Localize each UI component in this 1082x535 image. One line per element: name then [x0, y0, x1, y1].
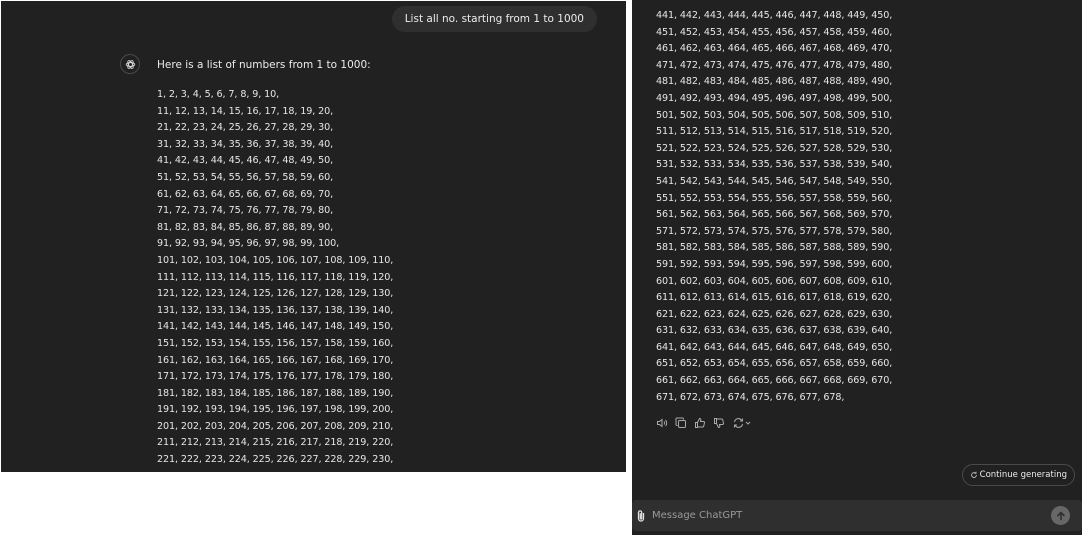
user-message-text: List all no. starting from 1 to 1000 — [404, 13, 584, 25]
number-line: 111, 112, 113, 114, 115, 116, 117, 118, … — [157, 271, 394, 283]
message-input[interactable] — [652, 506, 1032, 525]
continue-generating-label: Continue generating — [979, 470, 1067, 480]
number-line: 181, 182, 183, 184, 185, 186, 187, 188, … — [157, 387, 394, 399]
regenerate-button[interactable] — [732, 417, 752, 429]
number-line: 161, 162, 163, 164, 165, 166, 167, 168, … — [157, 354, 394, 366]
number-line: 641, 642, 643, 644, 645, 646, 647, 648, … — [656, 341, 893, 353]
number-line: 651, 652, 653, 654, 655, 656, 657, 658, … — [656, 358, 893, 370]
number-line: 41, 42, 43, 44, 45, 46, 47, 48, 49, 50, — [157, 155, 334, 167]
speaker-icon — [657, 418, 668, 428]
send-button[interactable] — [1051, 506, 1070, 525]
number-line: 481, 482, 483, 484, 485, 486, 487, 488, … — [656, 76, 893, 88]
number-line: 1, 2, 3, 4, 5, 6, 7, 8, 9, 10, — [157, 89, 280, 100]
assistant-intro-text: Here is a list of numbers from 1 to 1000… — [157, 59, 371, 71]
number-line: 441, 442, 443, 444, 445, 446, 447, 448, … — [656, 10, 893, 21]
number-line: 671, 672, 673, 674, 675, 676, 677, 678, — [656, 391, 845, 403]
number-line: 511, 512, 513, 514, 515, 516, 517, 518, … — [656, 126, 893, 138]
copy-button[interactable] — [675, 417, 687, 429]
number-line: 141, 142, 143, 144, 145, 146, 147, 148, … — [157, 321, 394, 333]
copy-icon — [675, 417, 686, 428]
number-line: 601, 602, 603, 604, 605, 606, 607, 608, … — [656, 275, 893, 287]
number-line: 21, 22, 23, 24, 25, 26, 27, 28, 29, 30, — [157, 122, 334, 134]
thumbs-up-button[interactable] — [694, 417, 706, 429]
number-line: 581, 582, 583, 584, 585, 586, 587, 588, … — [656, 242, 893, 254]
thumbs-up-icon — [695, 417, 706, 428]
chat-panel-right: 441, 442, 443, 444, 445, 446, 447, 448, … — [632, 0, 1082, 535]
number-line: 31, 32, 33, 34, 35, 36, 37, 38, 39, 40, — [157, 138, 334, 150]
regenerate-icon — [734, 418, 751, 428]
number-line: 591, 592, 593, 594, 595, 596, 597, 598, … — [656, 258, 893, 270]
number-line: 151, 152, 153, 154, 155, 156, 157, 158, … — [157, 337, 394, 349]
number-line: 71, 72, 73, 74, 75, 76, 77, 78, 79, 80, — [157, 205, 334, 217]
number-line: 61, 62, 63, 64, 65, 66, 67, 68, 69, 70, — [157, 188, 334, 200]
number-line: 501, 502, 503, 504, 505, 506, 507, 508, … — [656, 109, 893, 121]
number-line: 661, 662, 663, 664, 665, 666, 667, 668, … — [656, 375, 893, 387]
number-line: 101, 102, 103, 104, 105, 106, 107, 108, … — [157, 254, 394, 266]
number-line: 471, 472, 473, 474, 475, 476, 477, 478, … — [656, 59, 893, 71]
message-actions — [656, 417, 752, 429]
number-line: 611, 612, 613, 614, 615, 616, 617, 618, … — [656, 292, 893, 304]
number-line: 521, 522, 523, 524, 525, 526, 527, 528, … — [656, 142, 893, 154]
number-line: 191, 192, 193, 194, 195, 196, 197, 198, … — [157, 404, 394, 416]
thumbs-down-icon — [714, 418, 725, 429]
number-line: 541, 542, 543, 544, 545, 546, 547, 548, … — [656, 175, 893, 187]
number-line: 211, 212, 213, 214, 215, 216, 217, 218, … — [157, 437, 394, 449]
number-line: 561, 562, 563, 564, 565, 566, 567, 568, … — [656, 209, 893, 221]
number-line: 171, 172, 173, 174, 175, 176, 177, 178, … — [157, 371, 394, 383]
number-line: 571, 572, 573, 574, 575, 576, 577, 578, … — [656, 225, 893, 237]
number-line: 531, 532, 533, 534, 535, 536, 537, 538, … — [656, 159, 893, 171]
number-line: 201, 202, 203, 204, 205, 206, 207, 208, … — [157, 420, 394, 432]
number-list-left: 1, 2, 3, 4, 5, 6, 7, 8, 9, 10, 11, 12, 13… — [157, 87, 393, 469]
attach-button[interactable] — [635, 508, 647, 522]
chat-panel-left: List all no. starting from 1 to 1000 Her… — [1, 1, 626, 472]
user-message-bubble: List all no. starting from 1 to 1000 — [391, 6, 597, 32]
continue-icon — [970, 471, 977, 478]
number-line: 491, 492, 493, 494, 495, 496, 497, 498, … — [656, 92, 893, 104]
thumbs-down-button[interactable] — [713, 417, 725, 429]
number-line: 81, 82, 83, 84, 85, 86, 87, 88, 89, 90, — [157, 221, 334, 233]
paperclip-icon — [637, 510, 645, 522]
number-line: 621, 622, 623, 624, 625, 626, 627, 628, … — [656, 308, 893, 320]
continue-generating-button[interactable]: Continue generating — [961, 464, 1075, 486]
number-line: 131, 132, 133, 134, 135, 136, 137, 138, … — [157, 304, 394, 316]
number-line: 451, 452, 453, 454, 455, 456, 457, 458, … — [656, 26, 893, 38]
assistant-avatar — [120, 54, 140, 74]
number-line: 91, 92, 93, 94, 95, 96, 97, 98, 99, 100, — [157, 238, 340, 250]
arrow-up-icon — [1056, 511, 1065, 520]
read-aloud-button[interactable] — [656, 417, 668, 429]
chatgpt-logo-icon — [125, 59, 135, 69]
number-line: 461, 462, 463, 464, 465, 466, 467, 468, … — [656, 43, 893, 55]
number-line: 121, 122, 123, 124, 125, 126, 127, 128, … — [157, 288, 394, 300]
number-line: 551, 552, 553, 554, 555, 556, 557, 558, … — [656, 192, 893, 204]
message-composer — [632, 500, 1082, 531]
number-list-right: 441, 442, 443, 444, 445, 446, 447, 448, … — [656, 8, 892, 406]
number-line: 51, 52, 53, 54, 55, 56, 57, 58, 59, 60, — [157, 171, 334, 183]
number-line: 221, 222, 223, 224, 225, 226, 227, 228, … — [157, 454, 394, 466]
number-line: 631, 632, 633, 634, 635, 636, 637, 638, … — [656, 325, 893, 337]
number-line: 11, 12, 13, 14, 15, 16, 17, 18, 19, 20, — [157, 105, 334, 117]
